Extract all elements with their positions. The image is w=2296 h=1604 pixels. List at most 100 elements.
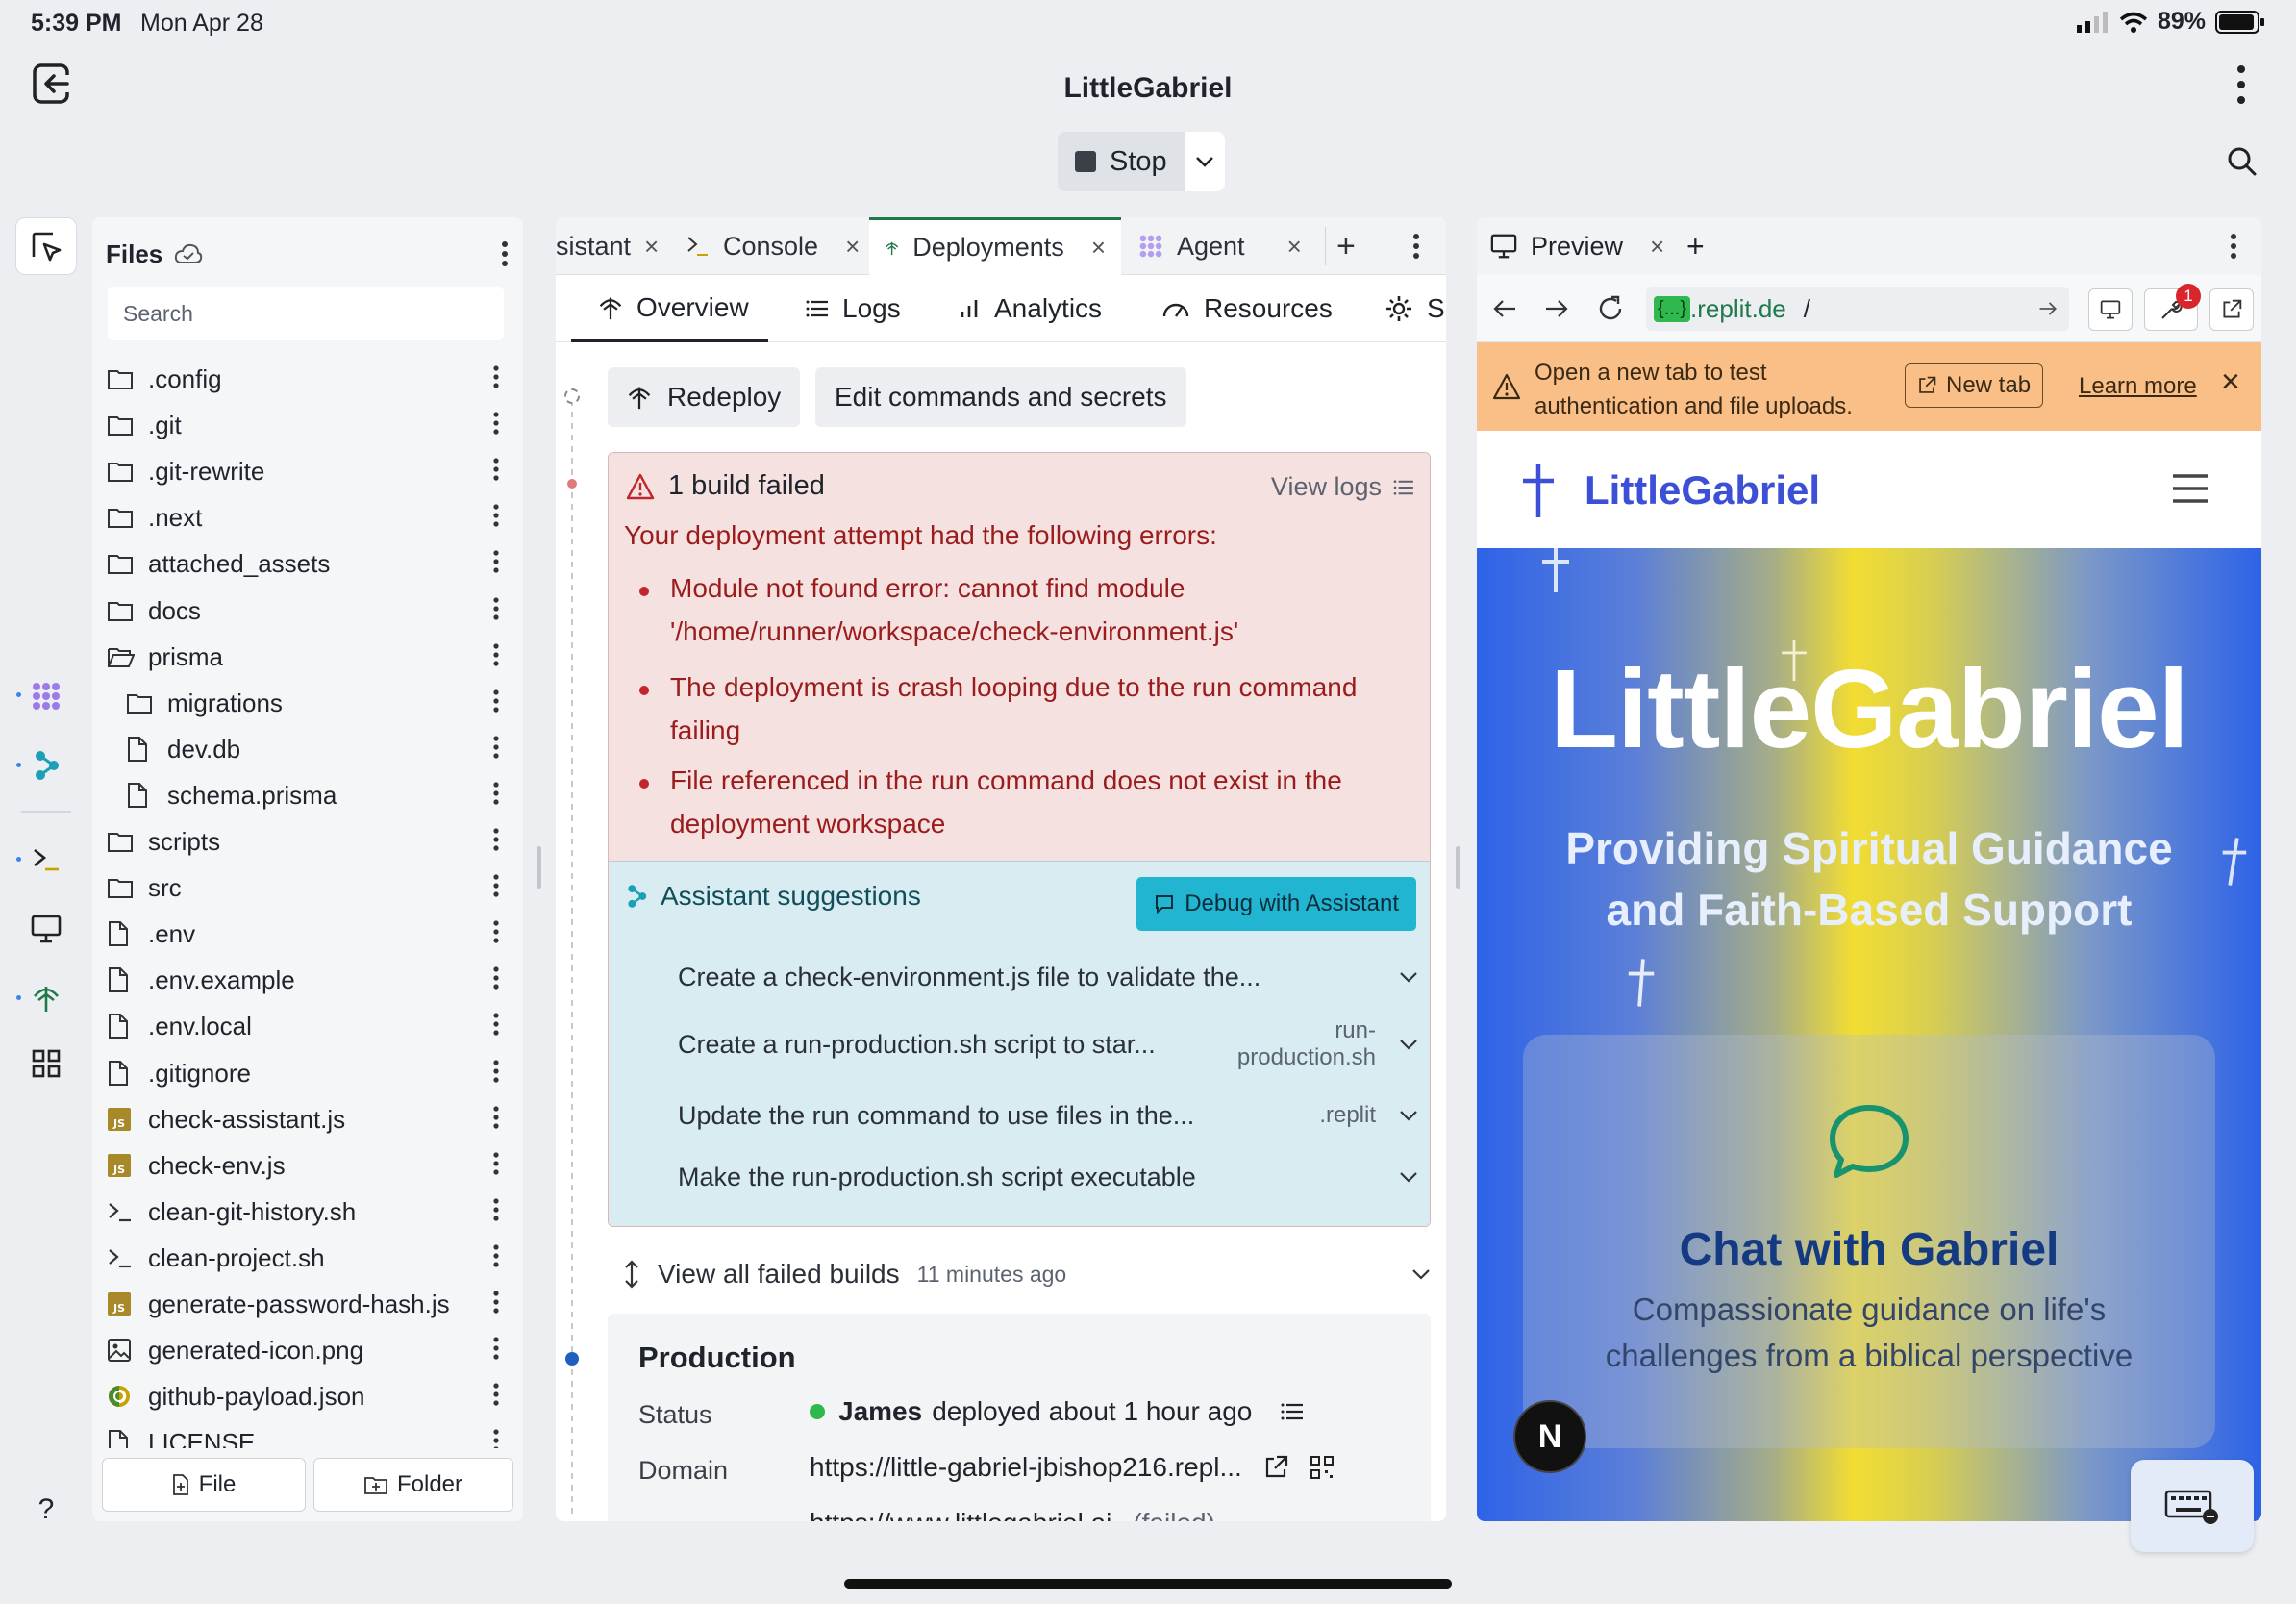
file-tree-item[interactable]: .env.example [108,957,512,1003]
panel-resize-handle[interactable] [537,846,541,889]
file-tree-item[interactable]: docs [108,588,512,634]
item-menu-icon[interactable] [492,1428,512,1448]
file-tree-item[interactable]: .config [108,356,512,402]
rail-preview-button[interactable] [27,910,65,948]
external-link-icon[interactable] [1263,1455,1288,1480]
file-tree-item[interactable]: github-payload.json [108,1373,512,1419]
file-tree-item[interactable]: clean-git-history.sh [108,1189,512,1235]
tabs-menu-button[interactable] [1411,233,1421,260]
close-icon[interactable]: × [1287,232,1302,262]
item-menu-icon[interactable] [492,781,512,810]
suggestion-item[interactable]: Make the run-production.sh script execut… [678,1158,1418,1196]
help-button[interactable]: ? [27,1491,65,1529]
open-new-tab-button[interactable]: New tab [1905,363,2044,408]
tab-console[interactable]: Console × [671,217,875,275]
qr-code-icon[interactable] [1310,1455,1335,1480]
reload-icon[interactable] [1596,294,1625,323]
item-menu-icon[interactable] [492,1105,512,1134]
rail-deployments-button[interactable] [27,979,65,1017]
file-tree-item[interactable]: .env [108,911,512,957]
file-tree-item[interactable]: schema.prisma [108,772,512,818]
file-tree-item[interactable]: JS check-env.js [108,1142,512,1189]
item-menu-icon[interactable] [492,1290,512,1318]
file-tree-item[interactable]: clean-project.sh [108,1235,512,1281]
site-logo-text[interactable]: LittleGabriel [1585,467,1820,514]
file-tree-item[interactable]: .next [108,494,512,540]
item-menu-icon[interactable] [492,1151,512,1180]
hamburger-menu-icon[interactable] [2171,473,2209,504]
close-icon[interactable]: × [644,232,659,262]
new-tab-button[interactable]: + [1336,217,1356,275]
close-icon[interactable]: × [2221,363,2240,401]
subtab-analytics[interactable]: Analytics [960,275,1102,342]
tab-preview[interactable]: Preview × [1490,217,1664,275]
rail-assistant-button[interactable] [27,746,65,785]
file-tree-item[interactable]: .gitignore [108,1050,512,1096]
chevron-down-icon[interactable] [1399,1171,1418,1183]
chevron-down-icon[interactable] [1399,1039,1418,1050]
subtab-resources[interactable]: Resources [1161,275,1333,342]
item-menu-icon[interactable] [492,919,512,948]
new-folder-button[interactable]: Folder [313,1458,513,1512]
url-input[interactable]: {...} .replit.de / [1646,287,2069,331]
forward-arrow-icon[interactable] [1544,298,1569,319]
redeploy-button[interactable]: Redeploy [608,367,801,427]
item-menu-icon[interactable] [492,873,512,902]
stop-button[interactable]: Stop [1058,132,1185,191]
item-menu-icon[interactable] [492,457,512,486]
domain-link[interactable]: https://little-gabriel-jbishop216.repl..… [810,1452,1242,1483]
close-icon[interactable]: × [1650,232,1664,262]
file-tree-item[interactable]: generated-icon.png [108,1327,512,1373]
tab-assistant[interactable]: sistant × [556,217,674,275]
tab-agent[interactable]: Agent × [1123,217,1317,275]
tab-deployments[interactable]: Deployments × [869,217,1121,275]
item-menu-icon[interactable] [492,735,512,764]
item-menu-icon[interactable] [492,503,512,532]
devtools-button[interactable]: 1 [2144,284,2201,331]
app-menu-button[interactable] [2229,63,2254,106]
item-menu-icon[interactable] [492,1243,512,1272]
item-menu-icon[interactable] [492,411,512,439]
back-arrow-icon[interactable] [1492,298,1517,319]
close-icon[interactable]: × [845,232,860,262]
item-menu-icon[interactable] [492,689,512,717]
file-tree-item[interactable]: scripts [108,818,512,865]
file-tree-toggle[interactable] [15,217,77,275]
item-menu-icon[interactable] [492,596,512,625]
close-icon[interactable]: × [1091,233,1106,263]
item-menu-icon[interactable] [492,827,512,856]
item-menu-icon[interactable] [492,1336,512,1365]
chevron-down-icon[interactable] [1399,1110,1418,1121]
device-toggle-button[interactable] [2088,288,2133,331]
new-file-button[interactable]: File [102,1458,306,1512]
panel-resize-handle[interactable] [1456,846,1460,889]
file-tree-item[interactable]: JS generate-password-hash.js [108,1281,512,1327]
item-menu-icon[interactable] [492,1197,512,1226]
file-tree-item[interactable]: LICENSE [108,1419,512,1448]
file-tree-item[interactable]: prisma [108,634,512,680]
rail-all-tools-button[interactable] [27,1044,65,1083]
go-arrow-icon[interactable] [2038,300,2058,317]
suggestion-item[interactable]: Update the run command to use files in t… [678,1096,1418,1135]
debug-with-assistant-button[interactable]: Debug with Assistant [1136,877,1416,931]
item-menu-icon[interactable] [492,1382,512,1411]
subtab-overview[interactable]: Overview [571,275,768,342]
rail-agent-button[interactable] [27,677,65,715]
preview-menu-button[interactable] [2229,233,2238,260]
file-tree-item[interactable]: dev.db [108,726,512,772]
suggestion-item[interactable]: Create a check-environment.js file to va… [678,958,1418,996]
run-options-button[interactable] [1184,132,1225,191]
view-logs-link[interactable]: View logs [1271,472,1414,502]
list-icon[interactable] [1281,1402,1304,1421]
item-menu-icon[interactable] [492,965,512,994]
domain2-link[interactable]: https://www.littlegabriel.ai [810,1508,1111,1521]
view-all-failed-builds[interactable]: View all failed builds 11 minutes ago [623,1252,1431,1296]
item-menu-icon[interactable] [492,364,512,393]
subtab-settings[interactable]: S [1385,275,1445,342]
file-tree-item[interactable]: JS check-assistant.js [108,1096,512,1142]
nextjs-devtools-badge[interactable]: N [1513,1400,1586,1473]
chat-card[interactable]: Chat with Gabriel Compassionate guidance… [1523,1035,2215,1448]
file-tree-item[interactable]: .git [108,402,512,448]
file-tree-item[interactable]: attached_assets [108,540,512,587]
rail-console-button[interactable] [27,840,65,879]
